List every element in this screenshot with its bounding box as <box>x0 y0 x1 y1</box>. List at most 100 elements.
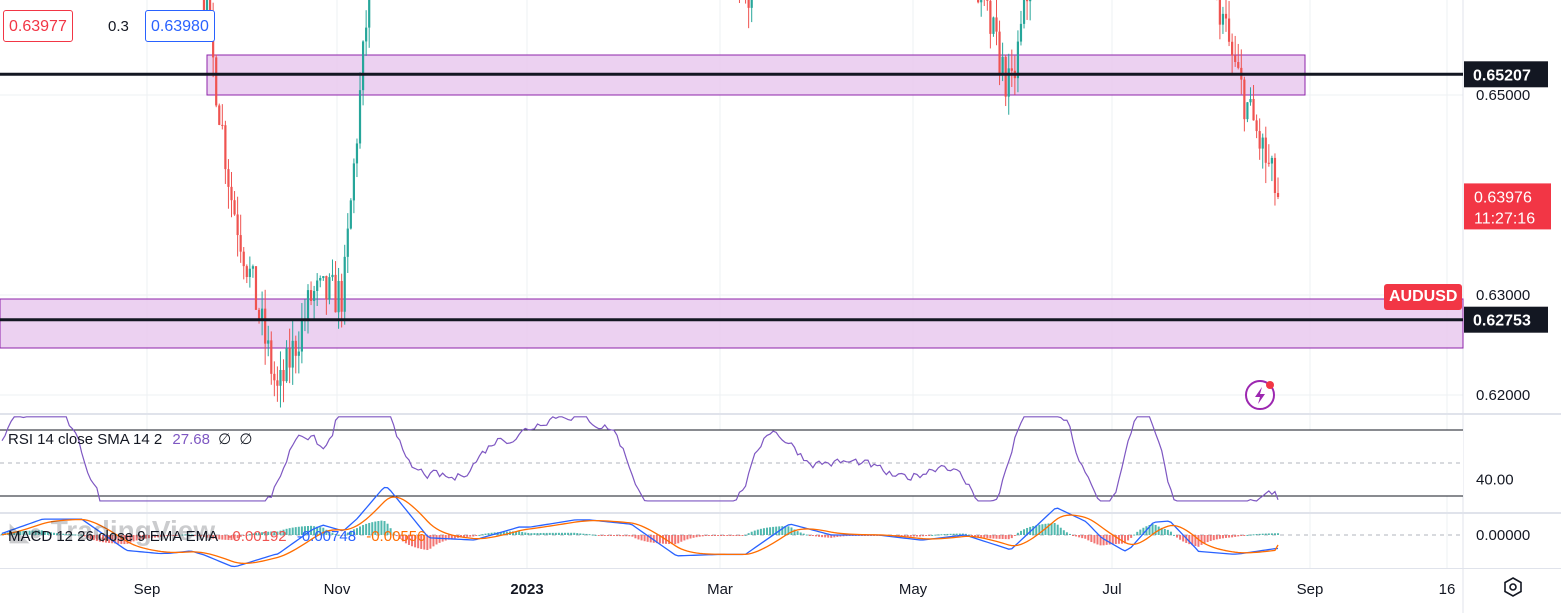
macd-histogram-bar <box>585 533 588 535</box>
chart-settings-icon[interactable] <box>1502 576 1524 598</box>
candle <box>1261 133 1264 169</box>
macd-histogram-bar <box>674 535 677 545</box>
chart-canvas[interactable]: 40.00 0.00000 0.685790.668190.652070.627… <box>0 0 1561 613</box>
candle <box>1227 1 1231 47</box>
candle <box>750 0 753 23</box>
macd-histogram-bar <box>741 535 744 536</box>
candle <box>1022 0 1026 29</box>
macd-histogram-bar <box>1065 532 1068 535</box>
candle <box>1019 10 1023 46</box>
candle <box>983 0 985 7</box>
price-tick: 0.62000 <box>1476 387 1530 404</box>
macd-histogram-bar <box>1120 535 1123 544</box>
macd-histogram-bar <box>1072 535 1074 536</box>
macd-histogram-bar <box>619 535 622 537</box>
candle <box>1258 118 1261 160</box>
time-tick: 16 <box>1439 581 1456 598</box>
macd-histogram-bar <box>527 532 530 535</box>
lightning-icon[interactable] <box>1245 380 1275 410</box>
candle <box>215 54 218 108</box>
last-price-label: 0.63976 <box>1474 189 1532 206</box>
macd-histogram-bar <box>606 535 609 536</box>
candle <box>1270 155 1273 182</box>
macd-histogram-bar <box>1007 535 1010 540</box>
macd-histogram-bar <box>1053 523 1056 535</box>
macd-histogram-bar <box>1212 535 1215 541</box>
macd-histogram-bar <box>937 534 940 536</box>
macd-histogram-bar <box>1203 535 1206 544</box>
bid-price-pill[interactable]: 0.63977 <box>3 10 73 42</box>
macd-histogram-bar <box>1096 535 1099 545</box>
macd-histogram-bar <box>689 535 692 539</box>
macd-histogram-bar <box>750 531 753 535</box>
macd-histogram-bar <box>588 534 591 536</box>
macd-histogram-bar <box>637 535 640 540</box>
rsi-legend-label: RSI 14 close SMA 14 2 <box>8 431 163 448</box>
macd-histogram-bar <box>738 535 741 536</box>
candle <box>218 103 221 126</box>
macd-histogram-bar <box>769 527 772 535</box>
candle <box>224 120 227 184</box>
macd-histogram-bar <box>634 535 637 539</box>
macd-histogram-bar <box>444 535 447 541</box>
macd-histogram-bar <box>603 535 606 536</box>
macd-histogram-bar <box>1273 533 1276 535</box>
macd-histogram-bar <box>1136 531 1139 535</box>
macd-histogram-bar <box>1234 535 1237 537</box>
macd-histogram-bar <box>744 534 747 536</box>
macd-legend-histogram: -0.00192 <box>227 528 287 545</box>
candle <box>227 159 230 209</box>
candle <box>738 0 740 4</box>
macd-histogram-bar <box>1267 533 1270 535</box>
candle <box>233 191 236 216</box>
macd-histogram-bar <box>1013 535 1016 536</box>
macd-histogram-bar <box>573 532 576 535</box>
candle <box>1243 76 1246 132</box>
candle <box>1029 0 1032 21</box>
macd-histogram-bar <box>1197 535 1200 547</box>
macd-histogram-bar <box>753 530 756 535</box>
macd-histogram-bar <box>622 535 625 537</box>
ask-price-pill[interactable]: 0.63980 <box>145 10 215 42</box>
macd-histogram-bar <box>756 529 759 535</box>
macd-histogram-bar <box>955 533 958 535</box>
price-tick: 0.63000 <box>1476 287 1530 304</box>
macd-histogram-bar <box>1133 534 1136 536</box>
macd-histogram-bar <box>1078 535 1081 538</box>
macd-histogram-bar <box>1231 535 1234 538</box>
macd-histogram-bar <box>1041 524 1044 535</box>
macd-histogram-bar <box>548 532 551 535</box>
candle <box>230 172 233 218</box>
macd-histogram-bar <box>808 535 811 536</box>
macd-histogram-bar <box>989 535 992 539</box>
rsi-legend-value: 27.68 <box>172 431 210 448</box>
time-tick: Mar <box>707 581 733 598</box>
macd-histogram-bar <box>1176 535 1179 538</box>
macd-histogram-bar <box>533 533 536 535</box>
macd-histogram-bar <box>686 535 689 540</box>
macd-histogram-bar <box>710 535 713 536</box>
level-label: 0.65207 <box>1473 67 1531 84</box>
macd-histogram-bar <box>472 535 475 537</box>
macd-histogram-bar <box>613 535 615 536</box>
candle <box>254 266 258 310</box>
macd-histogram-bar <box>946 533 949 535</box>
bid-price: 0.63977 <box>9 18 67 35</box>
macd-legend[interactable]: MACD 12 26 close 9 EMA EMA -0.00192 -0.0… <box>8 528 425 545</box>
macd-histogram-bar <box>925 535 928 536</box>
candle <box>294 335 297 374</box>
candle <box>273 361 276 397</box>
macd-histogram-bar <box>661 535 664 544</box>
macd-histogram-bar <box>949 533 952 535</box>
candle <box>251 264 255 278</box>
candle <box>1264 126 1267 184</box>
macd-histogram-bar <box>518 531 521 535</box>
macd-histogram-bar <box>818 535 821 537</box>
macd-histogram-bar <box>478 534 481 536</box>
macd-histogram-bar <box>1206 535 1209 543</box>
candle <box>986 0 989 11</box>
macd-histogram-bar <box>998 535 1001 539</box>
macd-histogram-bar <box>814 535 817 537</box>
rsi-legend[interactable]: RSI 14 close SMA 14 2 27.68 ∅ ∅ <box>8 430 252 448</box>
macd-histogram-bar <box>560 532 563 535</box>
